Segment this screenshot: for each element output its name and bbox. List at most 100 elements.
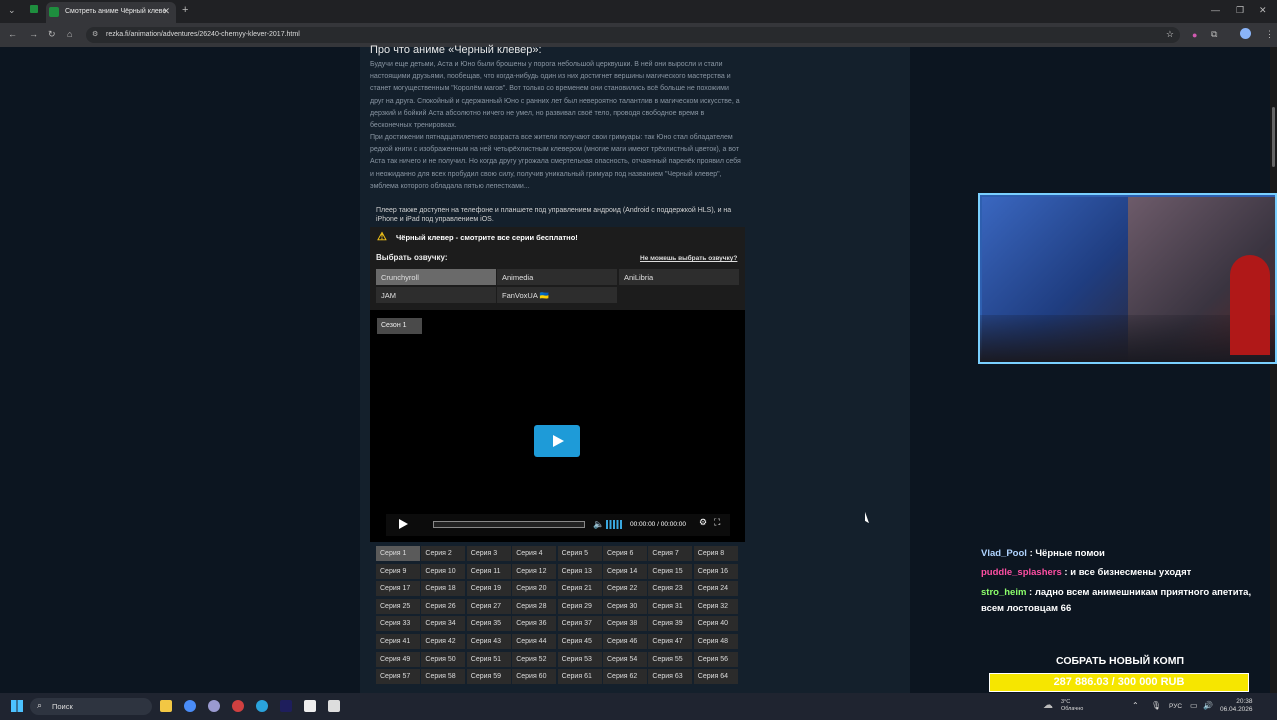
episode-button[interactable]: Серия 6 [603, 546, 647, 561]
episode-button[interactable]: Серия 29 [557, 598, 602, 614]
url-field[interactable]: ⚙ rezka.fi/animation/adventures/26240-ch… [86, 27, 1180, 43]
extension-icon[interactable]: ● [1192, 30, 1197, 40]
chrome-icon[interactable] [184, 700, 196, 712]
episode-button[interactable]: Серия 13 [557, 563, 602, 579]
scrollbar[interactable] [1270, 47, 1277, 693]
volume-icon[interactable]: 🔈 [593, 519, 604, 530]
new-tab-icon[interactable]: + [182, 4, 188, 16]
extensions-puzzle-icon[interactable]: ⧉ [1211, 29, 1217, 40]
sheets-tab-icon[interactable] [30, 5, 38, 13]
speaker-icon[interactable]: 🔊 [1203, 701, 1213, 710]
episode-button[interactable]: Серия 12 [512, 563, 557, 579]
episode-button[interactable]: Серия 40 [693, 616, 738, 632]
episode-button[interactable]: Серия 61 [557, 669, 602, 685]
app-icon-1[interactable] [208, 700, 220, 712]
episode-button[interactable]: Серия 35 [466, 616, 511, 632]
episode-button[interactable]: Серия 46 [603, 634, 647, 649]
episode-button[interactable]: Серия 31 [648, 598, 693, 614]
episode-button[interactable]: Серия 1 [376, 546, 420, 561]
episode-button[interactable]: Серия 23 [648, 581, 693, 597]
seek-bar[interactable] [433, 521, 585, 528]
episode-button[interactable]: Серия 62 [603, 669, 647, 685]
episode-button[interactable]: Серия 63 [648, 669, 693, 685]
obs-icon[interactable] [304, 700, 316, 712]
telegram-icon[interactable] [256, 700, 268, 712]
episode-button[interactable]: Серия 44 [512, 634, 557, 649]
episode-button[interactable]: Серия 37 [557, 616, 602, 632]
episode-button[interactable]: Серия 43 [466, 634, 511, 649]
episode-button[interactable]: Серия 7 [648, 546, 693, 561]
episode-button[interactable]: Серия 8 [693, 546, 738, 561]
big-play-button[interactable] [534, 425, 580, 457]
episode-button[interactable]: Серия 2 [421, 546, 466, 561]
weather-widget[interactable]: 3°C Облачно [1061, 699, 1083, 713]
episode-button[interactable]: Серия 11 [466, 563, 511, 579]
episode-button[interactable]: Серия 36 [512, 616, 557, 632]
windows-start-icon[interactable] [11, 700, 23, 712]
scrollbar-thumb[interactable] [1272, 107, 1275, 167]
episode-button[interactable]: Серия 53 [557, 651, 602, 667]
episode-button[interactable]: Серия 10 [421, 563, 466, 579]
file-explorer-icon[interactable] [160, 700, 172, 712]
episode-button[interactable]: Серия 25 [376, 598, 420, 614]
episode-button[interactable]: Серия 32 [693, 598, 738, 614]
forward-icon[interactable]: → [29, 29, 38, 39]
tab-list-icon[interactable]: ⌄ [8, 5, 16, 16]
language-indicator[interactable]: РУС [1169, 703, 1182, 710]
episode-button[interactable]: Серия 34 [421, 616, 466, 632]
episode-button[interactable]: Серия 24 [693, 581, 738, 597]
episode-button[interactable]: Серия 21 [557, 581, 602, 597]
clock[interactable]: 20:38 06.04.2026 [1220, 698, 1253, 714]
episode-button[interactable]: Серия 30 [603, 598, 647, 614]
voice-fanvoxua[interactable]: FanVoxUA 🇺🇦 [497, 287, 617, 303]
episode-button[interactable]: Серия 54 [603, 651, 647, 667]
episode-button[interactable]: Серия 19 [466, 581, 511, 597]
profile-avatar[interactable] [1240, 28, 1251, 39]
episode-button[interactable]: Серия 45 [557, 634, 602, 649]
episode-button[interactable]: Серия 47 [648, 634, 693, 649]
episode-button[interactable]: Серия 18 [421, 581, 466, 597]
tray-chevron-icon[interactable]: ⌃ [1132, 701, 1139, 710]
minimize-icon[interactable]: — [1211, 5, 1220, 15]
episode-button[interactable]: Серия 22 [603, 581, 647, 597]
episode-button[interactable]: Серия 49 [376, 651, 420, 667]
browser-menu-icon[interactable]: ⋮ [1265, 29, 1274, 40]
close-window-icon[interactable]: ✕ [1259, 5, 1267, 16]
episode-button[interactable]: Серия 9 [376, 563, 420, 579]
episode-button[interactable]: Серия 4 [512, 546, 557, 561]
network-icon[interactable]: ▭ [1190, 701, 1198, 710]
voice-crunchyroll[interactable]: Crunchyroll [376, 269, 496, 285]
app-icon-3[interactable] [328, 700, 340, 712]
episode-button[interactable]: Серия 59 [466, 669, 511, 685]
app-icon-2[interactable] [232, 700, 244, 712]
settings-gear-icon[interactable]: ⚙ [699, 517, 707, 528]
episode-button[interactable]: Серия 5 [557, 546, 602, 561]
voice-animedia[interactable]: Animedia [497, 269, 617, 285]
episode-button[interactable]: Серия 42 [421, 634, 466, 649]
episode-button[interactable]: Серия 26 [421, 598, 466, 614]
episode-button[interactable]: Серия 17 [376, 581, 420, 597]
episode-button[interactable]: Серия 64 [693, 669, 738, 685]
voice-help-link[interactable]: Не можешь выбрать озвучку? [640, 255, 737, 262]
episode-button[interactable]: Серия 3 [466, 546, 511, 561]
episode-button[interactable]: Серия 48 [693, 634, 738, 649]
home-icon[interactable]: ⌂ [67, 29, 72, 39]
episode-button[interactable]: Серия 55 [648, 651, 693, 667]
episode-button[interactable]: Серия 56 [693, 651, 738, 667]
taskbar-search[interactable]: ⌕ Поиск [30, 698, 152, 715]
episode-button[interactable]: Серия 20 [512, 581, 557, 597]
episode-button[interactable]: Серия 51 [466, 651, 511, 667]
episode-button[interactable]: Серия 39 [648, 616, 693, 632]
episode-button[interactable]: Серия 15 [648, 563, 693, 579]
episode-button[interactable]: Серия 50 [421, 651, 466, 667]
active-tab[interactable]: Смотреть аниме Чёрный клеве ✕ [46, 2, 176, 23]
bookmark-star-icon[interactable]: ☆ [1166, 29, 1174, 40]
episode-button[interactable]: Серия 28 [512, 598, 557, 614]
episode-button[interactable]: Серия 57 [376, 669, 420, 685]
episode-button[interactable]: Серия 58 [421, 669, 466, 685]
episode-button[interactable]: Серия 60 [512, 669, 557, 685]
volume-slider[interactable] [606, 520, 622, 529]
episode-button[interactable]: Серия 27 [466, 598, 511, 614]
voice-jam[interactable]: JAM [376, 287, 496, 303]
season-tab[interactable]: Сезон 1 [377, 318, 422, 334]
